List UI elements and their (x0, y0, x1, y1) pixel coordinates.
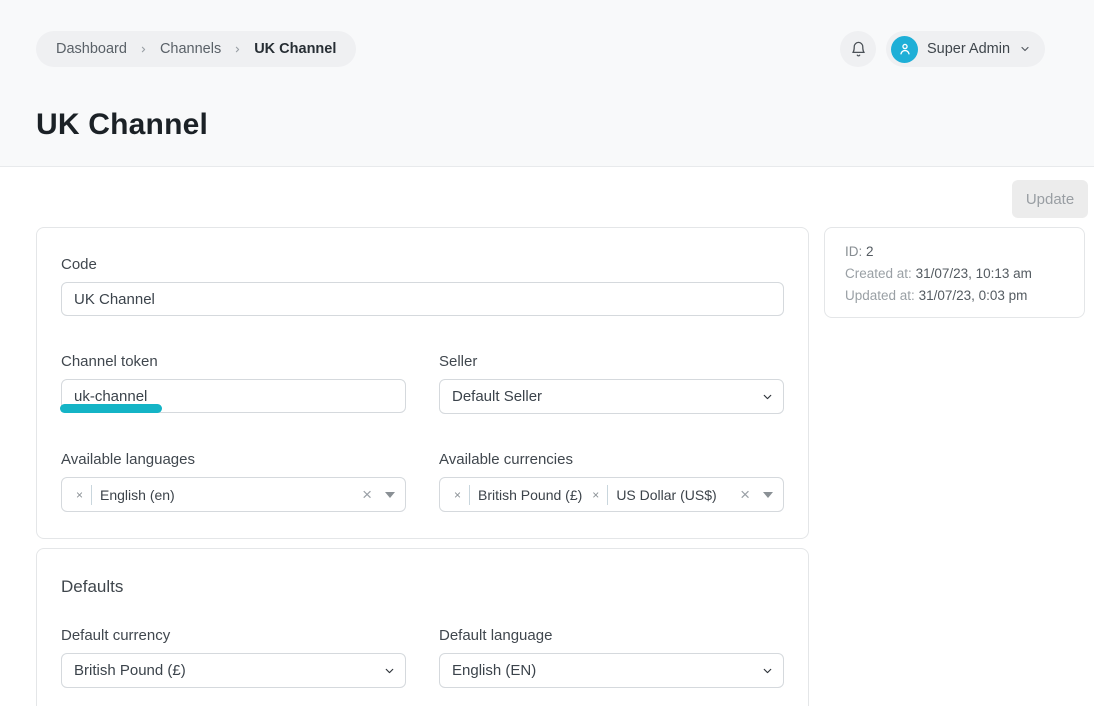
created-at-value: 31/07/23, 10:13 am (916, 266, 1032, 281)
code-field: Code (61, 256, 784, 316)
notifications-button[interactable] (840, 31, 876, 67)
dropdown-arrow-icon[interactable] (763, 492, 773, 498)
channel-token-field: Channel token (61, 353, 406, 414)
language-chip: × English (en) (74, 485, 175, 505)
bell-icon (850, 41, 867, 58)
available-currencies-field: Available currencies × British Pound (£)… (439, 451, 784, 512)
default-language-label: Default language (439, 627, 784, 644)
seller-select[interactable]: Default Seller (439, 379, 784, 414)
page-title: UK Channel (36, 108, 208, 142)
user-name: Super Admin (927, 41, 1010, 57)
breadcrumb-item-current: UK Channel (254, 41, 336, 57)
defaults-card: Defaults Default currency British Pound … (36, 548, 809, 706)
chip-divider (91, 485, 92, 505)
code-input[interactable] (61, 282, 784, 316)
created-at-row: Created at: 31/07/23, 10:13 am (845, 263, 1064, 285)
update-button[interactable]: Update (1012, 180, 1088, 218)
available-languages-select[interactable]: × English (en) × (61, 477, 406, 512)
user-icon (897, 41, 913, 57)
id-value: 2 (866, 244, 874, 259)
dropdown-arrow-icon[interactable] (385, 492, 395, 498)
entity-id-row: ID: 2 (845, 241, 1064, 263)
clear-icon[interactable]: × (362, 486, 372, 503)
currency-chip: × US Dollar (US$) (590, 485, 716, 505)
seller-field: Seller Default Seller (439, 353, 784, 414)
channel-token-input[interactable] (61, 379, 406, 413)
chip-label: British Pound (£) (478, 487, 582, 503)
default-language-field: Default language English (EN) (439, 627, 784, 688)
default-language-select[interactable]: English (EN) (439, 653, 784, 688)
channel-detail-page: Dashboard Channels UK Channel (0, 0, 1094, 706)
avatar (891, 36, 918, 63)
remove-chip-icon[interactable]: × (590, 489, 601, 501)
chip-divider (607, 485, 608, 505)
available-languages-label: Available languages (61, 451, 406, 468)
user-menu-button[interactable]: Super Admin (886, 31, 1045, 67)
updated-at-row: Updated at: 31/07/23, 0:03 pm (845, 285, 1064, 307)
chip-divider (469, 485, 470, 505)
default-currency-select[interactable]: British Pound (£) (61, 653, 406, 688)
chevron-right-icon (139, 45, 148, 54)
chip-label: English (en) (100, 487, 175, 503)
chevron-right-icon (233, 45, 242, 54)
id-label: ID: (845, 244, 862, 259)
defaults-title: Defaults (61, 577, 784, 597)
created-at-label: Created at: (845, 266, 912, 281)
chevron-down-icon (1019, 43, 1031, 55)
entity-info-card: ID: 2 Created at: 31/07/23, 10:13 am Upd… (824, 227, 1085, 318)
channel-details-card: Code Channel token Seller Default Seller (36, 227, 809, 539)
available-currencies-select[interactable]: × British Pound (£) × US Dollar (US$) × (439, 477, 784, 512)
clear-icon[interactable]: × (740, 486, 750, 503)
updated-at-value: 31/07/23, 0:03 pm (919, 288, 1028, 303)
default-currency-label: Default currency (61, 627, 406, 644)
header-band: Dashboard Channels UK Channel (0, 0, 1094, 167)
default-currency-field: Default currency British Pound (£) (61, 627, 406, 688)
breadcrumb-item-channels[interactable]: Channels (160, 41, 221, 57)
chip-label: US Dollar (US$) (616, 487, 716, 503)
available-currencies-label: Available currencies (439, 451, 784, 468)
code-label: Code (61, 256, 784, 273)
channel-token-label: Channel token (61, 353, 406, 370)
breadcrumb: Dashboard Channels UK Channel (36, 31, 356, 67)
remove-chip-icon[interactable]: × (74, 489, 85, 501)
seller-label: Seller (439, 353, 784, 370)
breadcrumb-item-dashboard[interactable]: Dashboard (56, 41, 127, 57)
updated-at-label: Updated at: (845, 288, 915, 303)
remove-chip-icon[interactable]: × (452, 489, 463, 501)
available-languages-field: Available languages × English (en) × (61, 451, 406, 512)
currency-chip: × British Pound (£) (452, 485, 582, 505)
